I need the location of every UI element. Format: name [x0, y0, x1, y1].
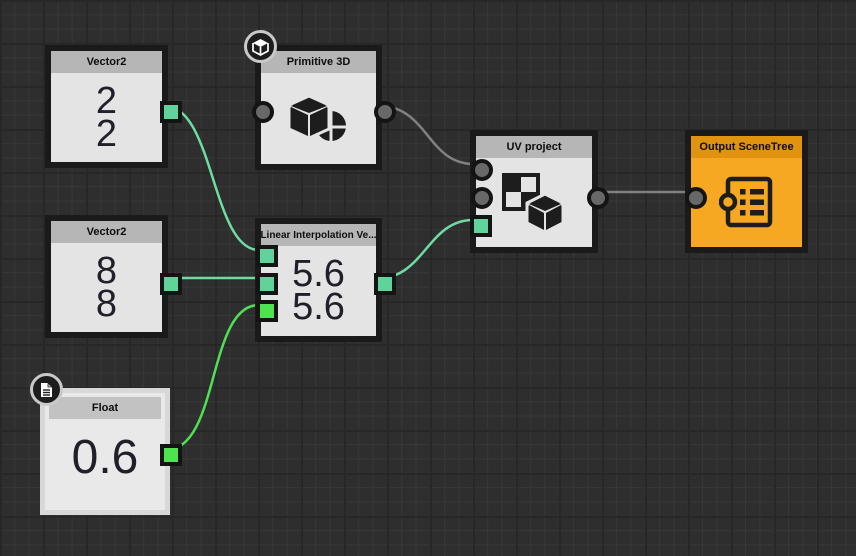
input-port-2[interactable]: [471, 187, 493, 209]
primitive-3d-icon: [287, 94, 348, 143]
node-title: Output SceneTree: [699, 141, 794, 153]
output-port[interactable]: [374, 101, 396, 123]
node-header[interactable]: Vector2: [51, 51, 162, 73]
node-linear-interpolation[interactable]: Linear Interpolation Ve... 5.6 5.6: [255, 218, 396, 342]
output-port[interactable]: [160, 273, 182, 295]
wire-vector2a-to-lerp[interactable]: [163, 104, 261, 252]
node-vector2-b[interactable]: Vector2 8 8: [45, 215, 182, 338]
input-port-1[interactable]: [471, 159, 493, 181]
node-header[interactable]: Output SceneTree: [691, 136, 802, 158]
input-port-2[interactable]: [256, 273, 278, 295]
uv-project-icon: [502, 172, 565, 233]
cube-badge-icon: [244, 30, 277, 63]
output-port[interactable]: [374, 273, 396, 295]
node-body: 2 2: [51, 73, 162, 162]
node-header[interactable]: Primitive 3D: [261, 51, 376, 73]
node-title: UV project: [506, 141, 562, 153]
node-header[interactable]: Vector2: [51, 221, 162, 243]
output-port[interactable]: [160, 444, 182, 466]
node-body: 5.6 5.6: [261, 246, 376, 336]
node-body: 8 8: [51, 243, 162, 332]
node-graph-canvas[interactable]: Vector2 2 2 Primitive 3D Vector2 8 8 Lin…: [0, 0, 856, 556]
node-body: [691, 158, 802, 247]
node-output-scenetree[interactable]: Output SceneTree: [685, 130, 808, 253]
node-value: 5.6: [292, 286, 345, 328]
input-port-1[interactable]: [256, 245, 278, 267]
wire-float-to-lerp[interactable]: [164, 303, 261, 452]
node-title: Vector2: [86, 226, 127, 238]
node-title: Primitive 3D: [286, 56, 351, 68]
scene-tree-icon: [718, 176, 772, 227]
node-title: Linear Interpolation Ve...: [261, 229, 376, 241]
node-header[interactable]: Float: [49, 397, 161, 419]
node-value: 2: [95, 112, 118, 155]
node-value: 8: [95, 282, 118, 325]
output-port[interactable]: [587, 187, 609, 209]
node-header[interactable]: UV project: [476, 136, 592, 158]
node-primitive-3d[interactable]: Primitive 3D: [244, 30, 396, 170]
document-badge-icon: [30, 373, 63, 406]
input-port-1[interactable]: [685, 187, 707, 209]
input-port-1[interactable]: [252, 101, 274, 123]
input-port-3[interactable]: [256, 300, 278, 322]
input-port-3[interactable]: [470, 215, 492, 237]
wire-lerp-to-uvproject[interactable]: [377, 218, 475, 280]
node-body: 0.6: [45, 419, 165, 510]
node-value: 0.6: [71, 430, 139, 484]
node-vector2-a[interactable]: Vector2 2 2: [45, 45, 182, 168]
node-title: Vector2: [86, 56, 127, 68]
node-body: [261, 73, 376, 164]
node-float[interactable]: Float 0.6: [30, 373, 182, 515]
node-body: [476, 158, 592, 247]
output-port[interactable]: [160, 101, 182, 123]
node-title: Float: [91, 402, 119, 414]
node-uv-project[interactable]: UV project: [470, 130, 609, 253]
node-header[interactable]: Linear Interpolation Ve...: [261, 224, 376, 246]
